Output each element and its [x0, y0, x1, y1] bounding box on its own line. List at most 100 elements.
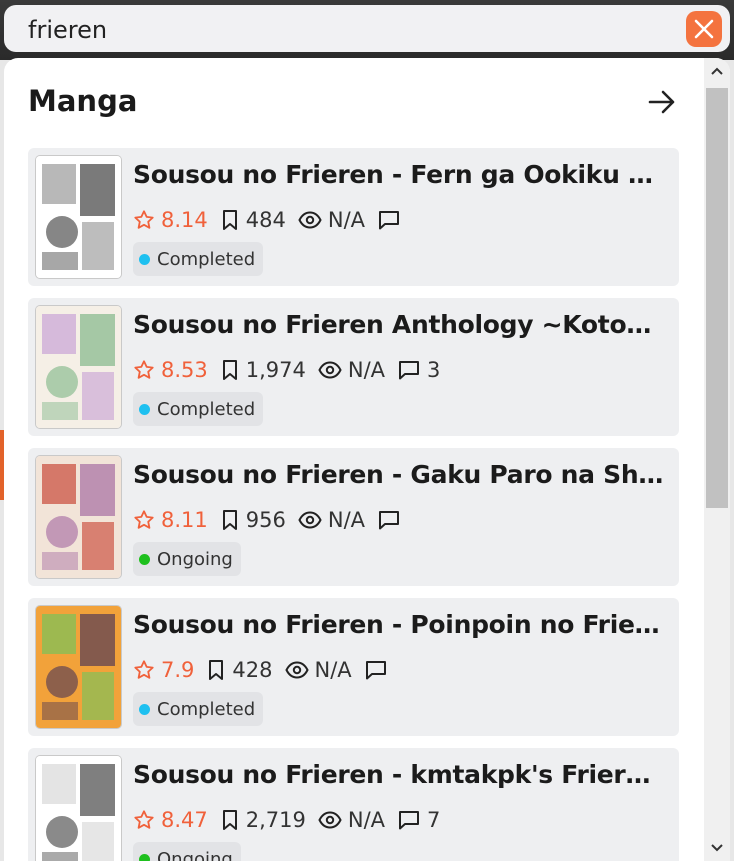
eye-icon — [298, 211, 322, 229]
manga-title[interactable]: Sousou no Frieren - kmtakpk's Frieren Do… — [133, 760, 665, 789]
manga-stats: 8.47 2,719 N/A 7 — [133, 806, 452, 834]
rating-stat: 8.11 — [133, 508, 208, 532]
follows-count: 428 — [232, 658, 273, 682]
scroll-down-button[interactable] — [704, 837, 730, 859]
comment-icon — [365, 661, 386, 680]
manga-title[interactable]: Sousou no Frieren - Poinpoin no Frieren — [133, 610, 665, 639]
manga-result-card[interactable]: Sousou no Frieren Anthology ~Kotonoha no… — [28, 298, 679, 436]
follows-stat: 2,719 — [220, 808, 306, 832]
comments-stat — [377, 509, 407, 531]
bookmark-icon — [222, 360, 237, 380]
manga-result-card[interactable]: Sousou no Frieren - Gaku Paro na Shiori … — [28, 448, 679, 586]
status-label: Completed — [157, 698, 256, 720]
manga-cover-image[interactable] — [36, 156, 121, 278]
rating-stat: 8.53 — [133, 358, 208, 382]
follows-stat: 1,974 — [220, 358, 306, 382]
comments-stat — [364, 659, 394, 681]
manga-stats: 8.14 484 N/A — [133, 206, 419, 234]
rating-stat: 7.9 — [133, 658, 194, 682]
follows-count: 956 — [245, 508, 286, 532]
star-icon — [134, 210, 154, 229]
status-badge: Completed — [133, 392, 264, 426]
status-label: Completed — [157, 248, 256, 270]
manga-title[interactable]: Sousou no Frieren - Fern ga Ookiku Natta… — [133, 160, 665, 189]
search-bar — [4, 5, 730, 54]
status-dot — [139, 403, 150, 415]
manga-result-card[interactable]: Sousou no Frieren - Poinpoin no Frieren … — [28, 598, 679, 736]
comments-stat: 3 — [397, 358, 440, 382]
manga-title[interactable]: Sousou no Frieren - Gaku Paro na Shiori — [133, 460, 665, 489]
views-count: N/A — [327, 208, 366, 232]
section-header: Manga — [28, 84, 678, 124]
follows-stat: 956 — [220, 508, 286, 532]
star-icon — [134, 360, 154, 379]
clear-search-button[interactable] — [686, 11, 722, 47]
see-all-button[interactable] — [646, 86, 678, 118]
status-dot — [139, 703, 150, 715]
views-stat: N/A — [318, 358, 385, 382]
comments-stat: 7 — [397, 808, 440, 832]
status-label: Ongoing — [157, 848, 233, 861]
follows-count: 2,719 — [245, 808, 306, 832]
manga-cover-image[interactable] — [36, 756, 121, 861]
views-count: N/A — [327, 508, 366, 532]
follows-stat: 428 — [206, 658, 273, 682]
bookmark-icon — [209, 660, 224, 680]
eye-icon — [298, 511, 322, 529]
search-results-panel: Manga Sousou no Frieren - Fern ga Ookiku… — [4, 58, 730, 861]
scroll-up-button[interactable] — [704, 60, 730, 82]
views-stat: N/A — [284, 658, 352, 682]
views-count: N/A — [314, 658, 352, 682]
chevron-up-icon — [711, 67, 723, 75]
rating-stat: 8.14 — [133, 208, 208, 232]
status-label: Ongoing — [157, 548, 233, 570]
bookmark-icon — [222, 210, 237, 230]
eye-icon — [318, 811, 342, 829]
views-stat: N/A — [298, 508, 365, 532]
manga-title[interactable]: Sousou no Frieren Anthology ~Kotonoha no… — [133, 310, 665, 339]
scroll-thumb[interactable] — [706, 88, 728, 508]
views-count: N/A — [347, 358, 386, 382]
comment-icon — [379, 211, 400, 230]
comment-icon — [399, 811, 420, 830]
star-icon — [134, 660, 154, 679]
views-count: N/A — [347, 808, 386, 832]
comment-icon — [379, 511, 400, 530]
status-badge: Completed — [133, 692, 264, 726]
manga-result-list: Sousou no Frieren - Fern ga Ookiku Natta… — [28, 148, 679, 861]
manga-result-card[interactable]: Sousou no Frieren - kmtakpk's Frieren Do… — [28, 748, 679, 861]
manga-cover-image[interactable] — [36, 306, 121, 428]
manga-result-card[interactable]: Sousou no Frieren - Fern ga Ookiku Natta… — [28, 148, 679, 286]
scrollbar[interactable] — [704, 58, 730, 861]
star-icon — [134, 810, 154, 829]
comments-stat — [377, 209, 407, 231]
status-badge: Ongoing — [133, 842, 241, 861]
status-dot — [139, 553, 150, 565]
status-badge: Completed — [133, 242, 264, 276]
eye-icon — [284, 661, 309, 679]
manga-stats: 8.53 1,974 N/A 3 — [133, 356, 452, 384]
search-input[interactable] — [26, 5, 650, 54]
views-stat: N/A — [298, 208, 365, 232]
comment-icon — [399, 361, 420, 380]
manga-cover-image[interactable] — [36, 456, 121, 578]
views-stat: N/A — [318, 808, 385, 832]
manga-stats: 8.11 956 N/A — [133, 506, 419, 534]
rating-value: 7.9 — [161, 658, 195, 682]
eye-icon — [318, 361, 342, 379]
rating-value: 8.47 — [161, 808, 208, 832]
manga-cover-image[interactable] — [36, 606, 121, 728]
follows-count: 1,974 — [245, 358, 306, 382]
follows-count: 484 — [245, 208, 286, 232]
status-label: Completed — [157, 398, 256, 420]
follows-stat: 484 — [220, 208, 286, 232]
arrow-right-icon — [648, 90, 675, 114]
comments-count: 7 — [427, 808, 441, 832]
section-title: Manga — [28, 84, 138, 118]
status-dot — [139, 853, 150, 861]
rating-stat: 8.47 — [133, 808, 208, 832]
rating-value: 8.14 — [161, 208, 208, 232]
bookmark-icon — [222, 510, 237, 530]
status-badge: Ongoing — [133, 542, 241, 576]
manga-stats: 7.9 428 N/A — [133, 656, 406, 684]
